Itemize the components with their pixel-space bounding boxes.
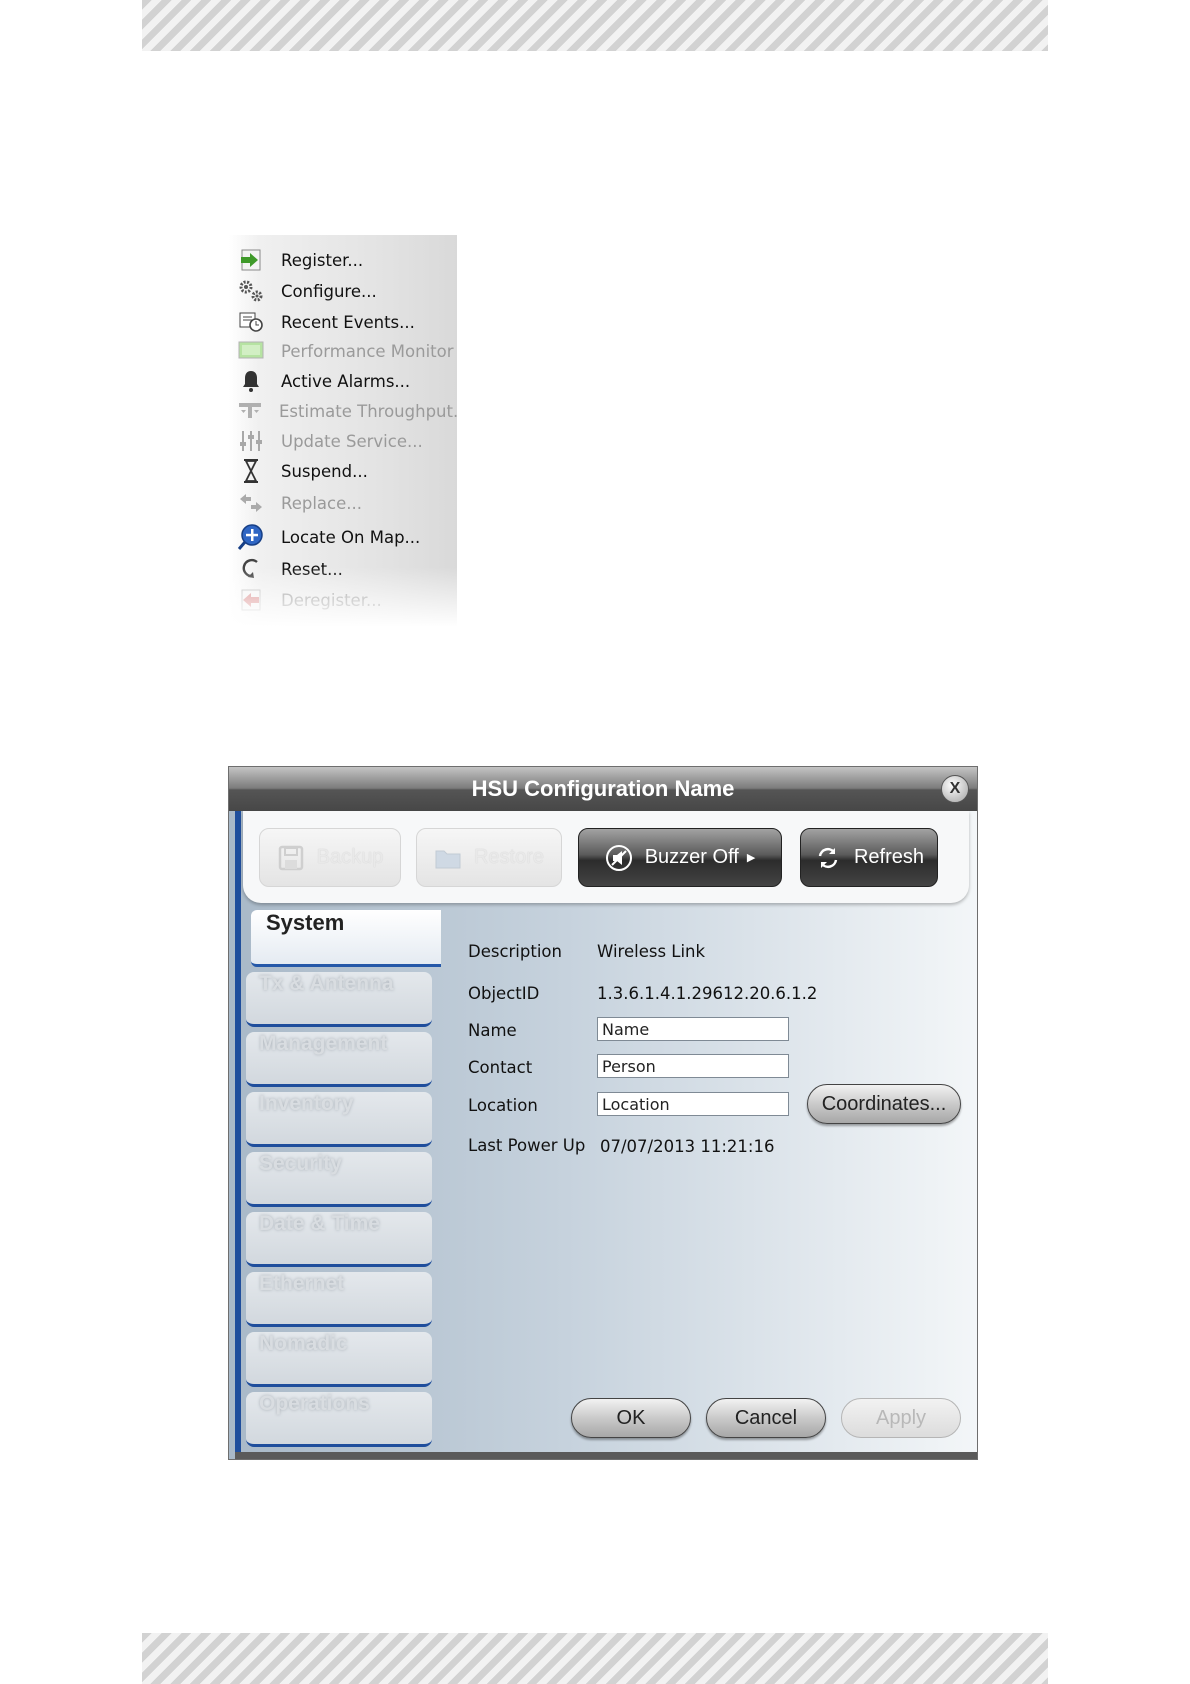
tab-security[interactable]: Security (246, 1152, 432, 1207)
menu-item-label: Replace... (281, 493, 363, 513)
dialog-titlebar: HSU Configuration Name X (229, 767, 977, 811)
menu-item-performance-monitor[interactable]: Performance Monitor (229, 337, 457, 365)
objectid-label: ObjectID (468, 984, 540, 1003)
locate-icon (237, 524, 265, 550)
cancel-button[interactable]: Cancel (706, 1398, 826, 1438)
menu-item-label: Configure... (281, 281, 377, 301)
reset-icon (237, 557, 265, 581)
hourglass-icon (237, 459, 265, 483)
tab-label: Management (259, 1032, 388, 1055)
register-icon (237, 248, 265, 272)
menu-item-label: Update Service... (281, 431, 423, 451)
context-menu: Register... Configure... Recent Events..… (229, 235, 457, 627)
last-power-up-value: 07/07/2013 11:21:16 (600, 1137, 775, 1156)
contact-input[interactable] (597, 1054, 789, 1078)
tab-label: Operations (259, 1392, 370, 1415)
tab-system-label: System (266, 910, 345, 935)
menu-item-reset[interactable]: Reset... (229, 555, 457, 583)
nav-accent-strip (235, 811, 241, 1452)
menu-item-label: Recent Events... (281, 312, 415, 332)
description-label: Description (468, 942, 562, 961)
menu-item-active-alarms[interactable]: Active Alarms... (229, 367, 457, 395)
replace-icon (237, 491, 265, 515)
restore-button[interactable]: Restore (416, 828, 562, 887)
menu-item-suspend[interactable]: Suspend... (229, 457, 457, 485)
monitor-icon (237, 339, 265, 363)
menu-item-register[interactable]: Register... (229, 246, 457, 274)
menu-item-label: Performance Monitor (281, 341, 454, 361)
dialog-title: HSU Configuration Name (471, 776, 735, 801)
header-stripe-band (142, 0, 1048, 51)
restore-label: Restore (473, 846, 545, 868)
hsu-configuration-dialog: HSU Configuration Name X Backup Restore … (229, 767, 977, 1459)
refresh-label: Refresh (853, 846, 925, 868)
menu-item-label: Locate On Map... (281, 527, 421, 547)
tab-label: Tx & Antenna (259, 972, 394, 995)
menu-item-replace[interactable]: Replace... (229, 489, 457, 517)
menu-item-update-service[interactable]: Update Service... (229, 427, 457, 455)
menu-item-label: Deregister... (281, 590, 382, 610)
backup-button[interactable]: Backup (259, 828, 401, 887)
dialog-toolbar: Backup Restore Buzzer Off ▶ Refresh (243, 811, 969, 903)
tab-label: Nomadic (259, 1332, 348, 1355)
footer-stripe-band (142, 1633, 1048, 1684)
location-input[interactable] (597, 1092, 789, 1116)
buzzer-off-button[interactable]: Buzzer Off ▶ (578, 828, 782, 887)
apply-button[interactable]: Apply (841, 1398, 961, 1438)
close-button[interactable]: X (941, 775, 969, 803)
name-label: Name (468, 1021, 517, 1040)
tab-nomadic[interactable]: Nomadic (246, 1332, 432, 1387)
refresh-button[interactable]: Refresh (800, 828, 938, 887)
ok-button[interactable]: OK (571, 1398, 691, 1438)
tab-label: Security (259, 1152, 342, 1175)
menu-item-label: Estimate Throughput... (279, 401, 457, 421)
description-value: Wireless Link (597, 942, 706, 961)
dialog-bottom-border (235, 1452, 977, 1459)
menu-item-estimate-throughput[interactable]: Estimate Throughput... (229, 397, 457, 425)
backup-label: Backup (316, 846, 384, 868)
tab-operations[interactable]: Operations (246, 1392, 432, 1447)
events-icon (237, 310, 265, 334)
sliders-icon (237, 429, 265, 453)
tab-tx-antenna[interactable]: Tx & Antenna (246, 972, 432, 1027)
tab-label: Inventory (259, 1092, 354, 1115)
objectid-value: 1.3.6.1.4.1.29612.20.6.1.2 (597, 984, 818, 1003)
last-power-up-label: Last Power Up (468, 1136, 586, 1155)
tab-ethernet[interactable]: Ethernet (246, 1272, 432, 1327)
gears-icon (237, 279, 265, 303)
speaker-mute-icon (605, 844, 633, 872)
floppy-disk-icon (277, 844, 305, 872)
folder-icon (434, 844, 462, 872)
name-input[interactable] (597, 1017, 789, 1041)
coordinates-button[interactable]: Coordinates... (807, 1084, 961, 1124)
menu-item-label: Active Alarms... (281, 371, 411, 391)
tab-management[interactable]: Management (246, 1032, 432, 1087)
contact-label: Contact (468, 1058, 533, 1077)
menu-item-recent-events[interactable]: Recent Events... (229, 308, 457, 336)
menu-item-label: Suspend... (281, 461, 368, 481)
menu-item-deregister[interactable]: Deregister... (229, 586, 457, 614)
menu-item-configure[interactable]: Configure... (229, 277, 457, 305)
menu-item-label: Reset... (281, 559, 343, 579)
buzzer-off-label: Buzzer Off (644, 846, 739, 868)
tab-label: Ethernet (259, 1272, 345, 1295)
tab-date-time[interactable]: Date & Time (246, 1212, 432, 1267)
bell-icon (237, 369, 265, 393)
menu-item-locate-on-map[interactable]: Locate On Map... (229, 523, 457, 551)
tab-inventory[interactable]: Inventory (246, 1092, 432, 1147)
refresh-icon (814, 844, 842, 872)
menu-item-label: Register... (281, 250, 364, 270)
dropdown-arrow-icon: ▶ (746, 852, 756, 864)
throughput-icon (237, 399, 263, 423)
tab-label: Date & Time (259, 1212, 380, 1235)
location-label: Location (468, 1096, 538, 1115)
deregister-icon (237, 588, 265, 612)
tab-system[interactable]: System (251, 910, 441, 967)
